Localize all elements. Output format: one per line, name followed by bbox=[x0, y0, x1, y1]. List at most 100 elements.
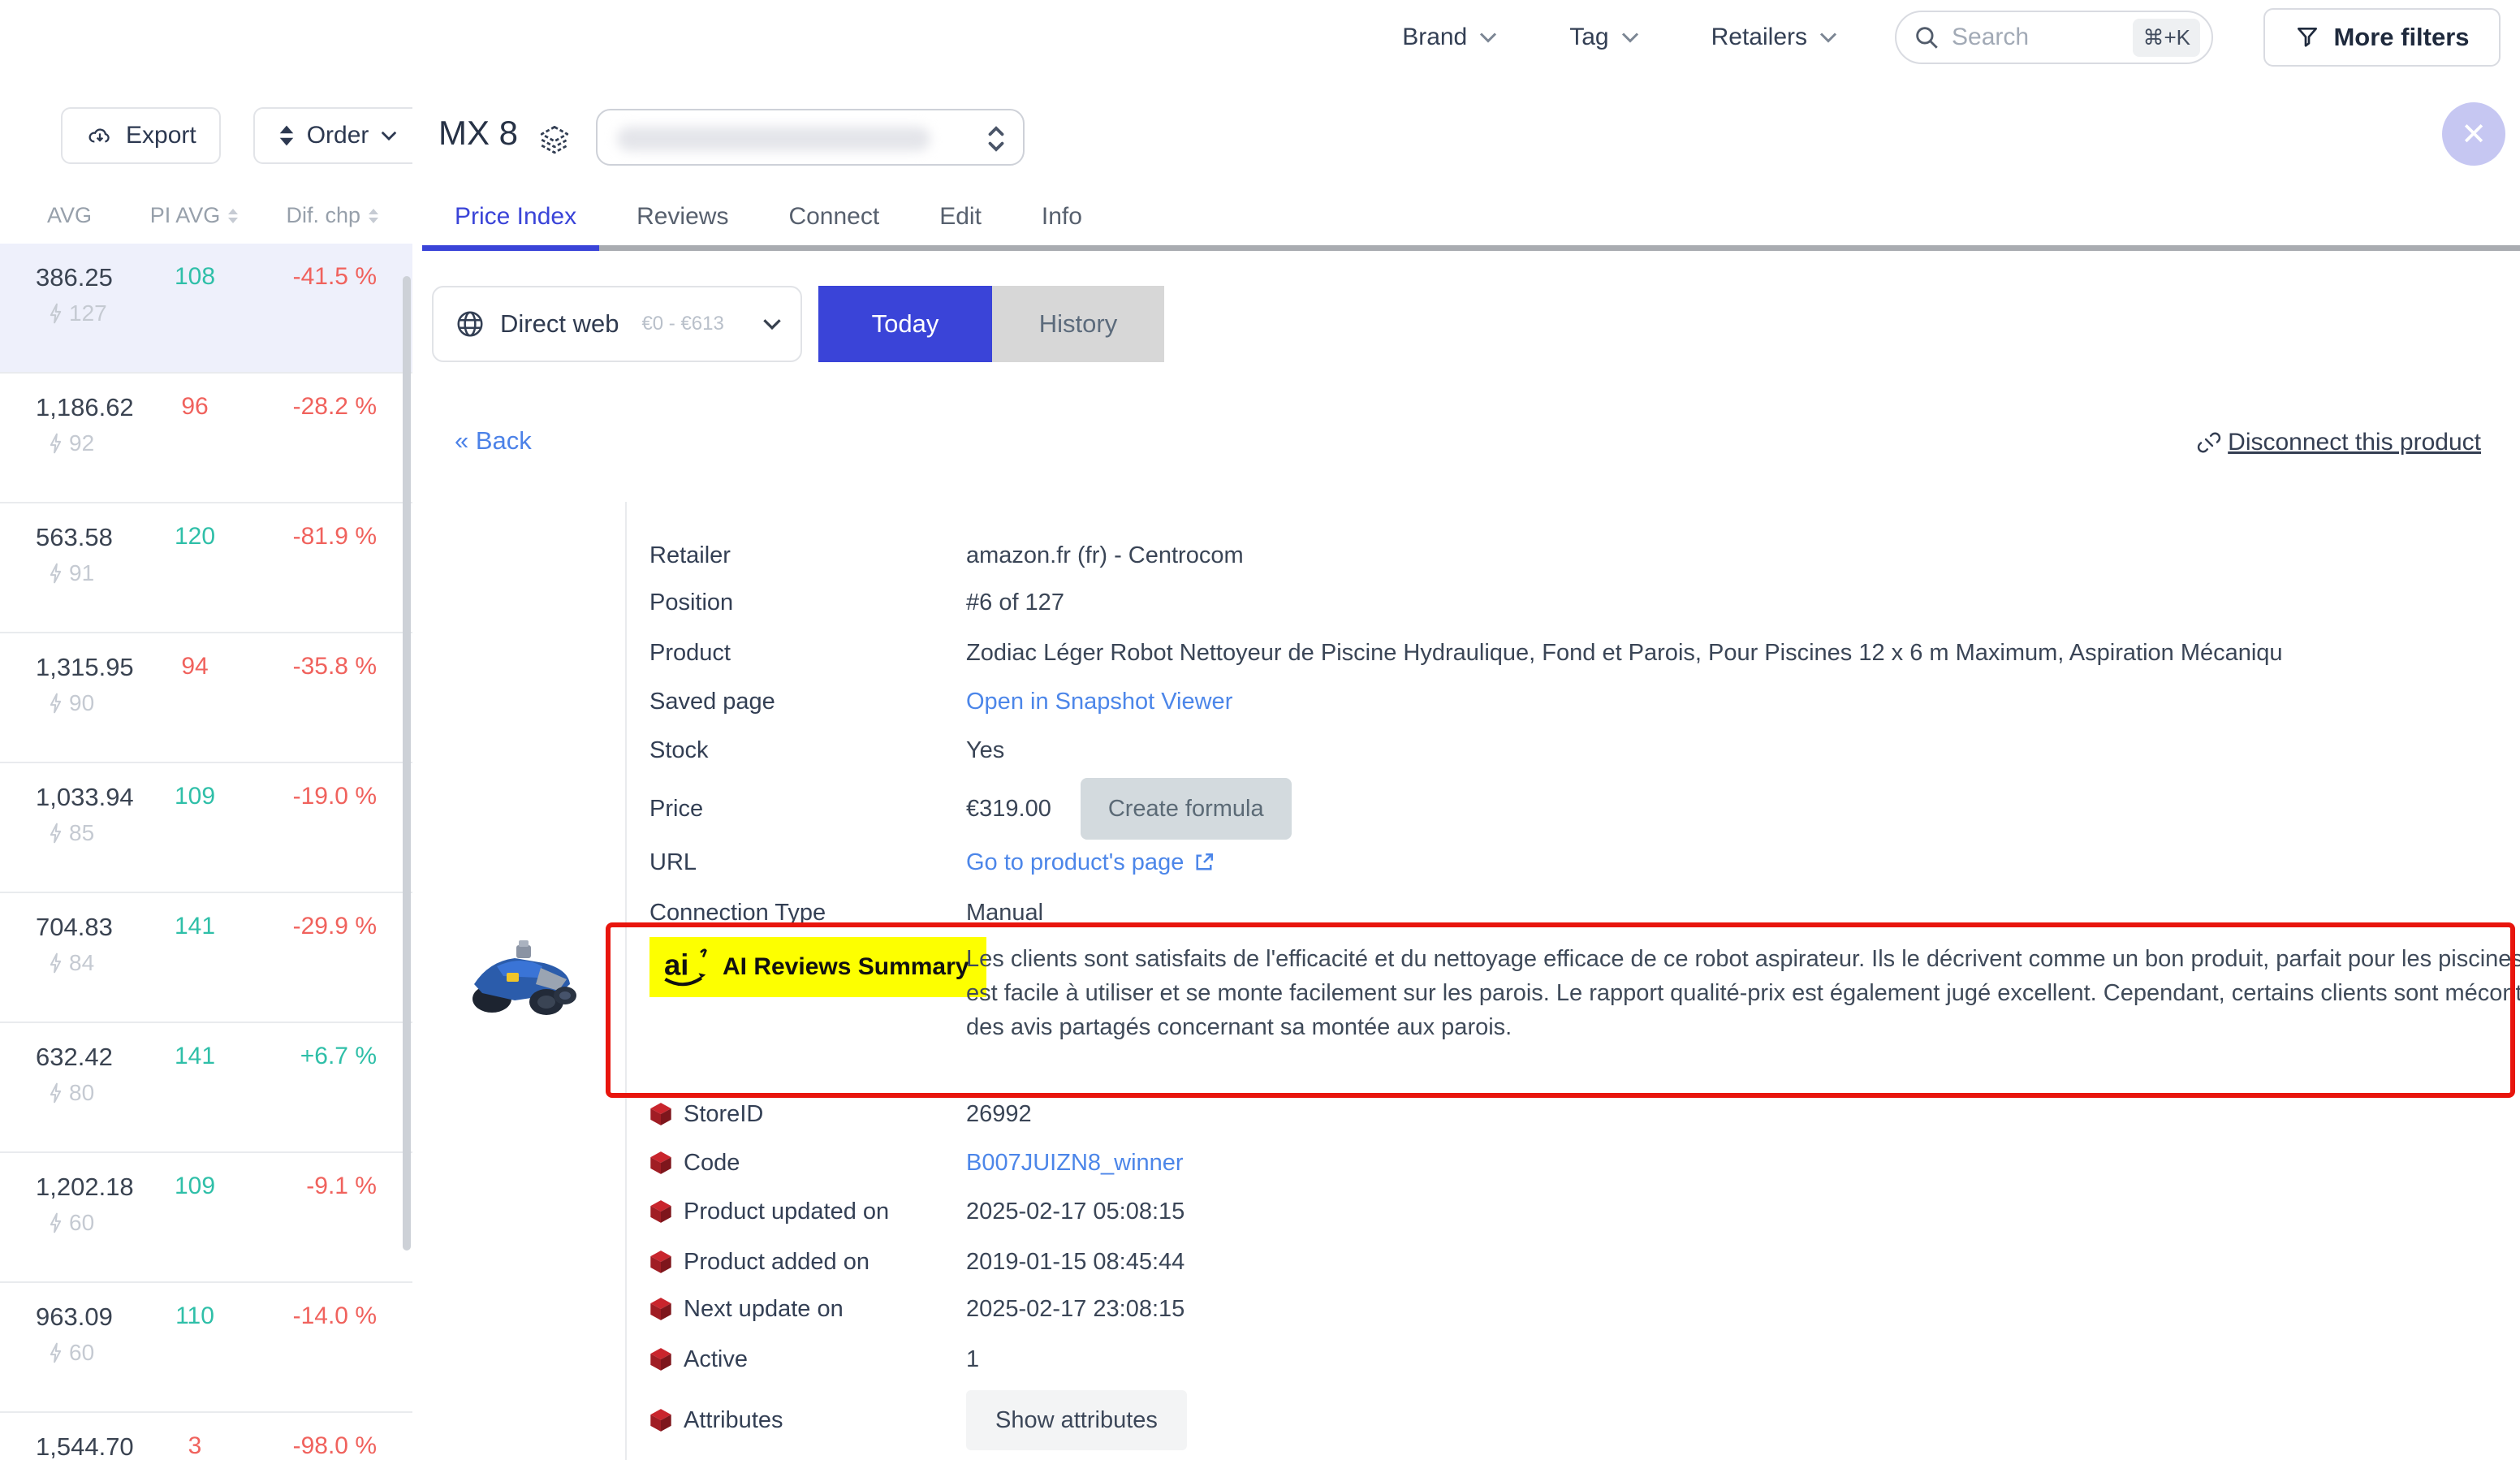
price-row[interactable]: 963.09 60 110 -14.0 % bbox=[0, 1283, 412, 1413]
layers-icon bbox=[537, 123, 572, 158]
position-value: #6 of 127 bbox=[966, 585, 1064, 620]
detail-row-connection-type: Connection Type Manual bbox=[649, 895, 1043, 931]
tab-connect[interactable]: Connect bbox=[788, 203, 879, 231]
flash-count: 80 bbox=[36, 1080, 138, 1106]
chevron-down-icon bbox=[1620, 31, 1640, 44]
globe-icon bbox=[455, 309, 485, 339]
pi-avg-value: 141 bbox=[175, 1043, 215, 1069]
product-updated-label: Product updated on bbox=[684, 1194, 889, 1229]
export-button[interactable]: Export bbox=[61, 107, 221, 164]
top-bar-filters: Brand Tag Retailers Search ⌘+K More filt… bbox=[1402, 8, 2501, 67]
connected-product-select[interactable] bbox=[596, 109, 1025, 166]
source-channel-dropdown[interactable]: Direct web €0 - €613 bbox=[432, 286, 802, 362]
active-tab-indicator bbox=[422, 245, 599, 251]
avg-value: 1,033.94 bbox=[36, 783, 138, 812]
price-row[interactable]: 386.25 127 108 -41.5 % bbox=[0, 244, 412, 374]
tag-filter-dropdown[interactable]: Tag bbox=[1569, 24, 1639, 51]
store-id-value: 26992 bbox=[966, 1096, 1032, 1132]
avg-value: 1,315.95 bbox=[36, 653, 138, 682]
order-button[interactable]: Order bbox=[253, 107, 412, 164]
database-cube-icon bbox=[649, 1199, 672, 1224]
dif-chp-value: -81.9 % bbox=[293, 523, 377, 550]
search-icon bbox=[1913, 24, 1940, 51]
tab-bar: Price Index Reviews Connect Edit Info bbox=[455, 203, 1082, 231]
connection-type-value: Manual bbox=[966, 895, 1043, 931]
avg-value: 704.83 bbox=[36, 913, 138, 942]
column-header-avg: AVG bbox=[0, 203, 138, 228]
chevron-down-icon bbox=[1478, 31, 1498, 44]
url-label: URL bbox=[649, 844, 966, 880]
detail-row-product-updated: Product updated on 2025-02-17 05:08:15 bbox=[649, 1194, 1184, 1229]
avg-value: 386.25 bbox=[36, 263, 138, 292]
svg-text:ai: ai bbox=[664, 948, 688, 981]
price-row[interactable]: 1,202.18 60 109 -9.1 % bbox=[0, 1153, 412, 1283]
price-row[interactable]: 1,033.94 85 109 -19.0 % bbox=[0, 763, 412, 893]
order-label: Order bbox=[307, 122, 369, 149]
retailer-value: amazon.fr (fr) - Centrocom bbox=[966, 538, 1244, 573]
tab-info[interactable]: Info bbox=[1042, 203, 1082, 231]
more-filters-button[interactable]: More filters bbox=[2263, 8, 2501, 67]
lightning-icon bbox=[49, 1212, 63, 1233]
price-value: €319.00 bbox=[966, 791, 1051, 827]
column-header-pi-avg[interactable]: PI AVG bbox=[138, 203, 252, 228]
detail-row-store-id: StoreID 26992 bbox=[649, 1096, 1032, 1132]
chevron-down-icon bbox=[380, 130, 398, 141]
dif-chp-value: -35.8 % bbox=[293, 653, 377, 680]
price-row[interactable]: 1,315.95 90 94 -35.8 % bbox=[0, 633, 412, 763]
product-code-link[interactable]: B007JUIZN8_winner bbox=[966, 1145, 1184, 1181]
close-button[interactable]: ✕ bbox=[2442, 102, 2505, 166]
tab-edit[interactable]: Edit bbox=[939, 203, 982, 231]
retailers-filter-dropdown[interactable]: Retailers bbox=[1711, 24, 1838, 51]
flash-count: 90 bbox=[36, 690, 138, 716]
lightning-icon bbox=[49, 823, 63, 844]
price-row[interactable]: 704.83 84 141 -29.9 % bbox=[0, 893, 412, 1023]
show-attributes-button[interactable]: Show attributes bbox=[966, 1390, 1187, 1450]
chevron-down-icon bbox=[1819, 31, 1838, 44]
pi-avg-value: 110 bbox=[175, 1302, 214, 1329]
price-label: Price bbox=[649, 776, 966, 841]
flash-value: 80 bbox=[69, 1080, 94, 1106]
app: { "colors": { "accent": "#3a44d8", "link… bbox=[0, 0, 2520, 1460]
flash-count: 92 bbox=[36, 430, 138, 456]
close-icon: ✕ bbox=[2461, 116, 2487, 153]
dif-chp-value: -28.2 % bbox=[293, 393, 377, 420]
price-row[interactable]: 1,186.62 92 96 -28.2 % bbox=[0, 374, 412, 503]
lightning-icon bbox=[49, 433, 63, 454]
history-toggle-button[interactable]: History bbox=[992, 286, 1164, 362]
price-rows: 386.25 127 108 -41.5 % 1,186.62 92 96 -2… bbox=[0, 244, 412, 1460]
flash-count: 127 bbox=[36, 300, 138, 326]
pi-avg-value: 108 bbox=[175, 263, 215, 290]
brand-filter-dropdown[interactable]: Brand bbox=[1402, 24, 1498, 51]
select-chevrons-icon bbox=[984, 120, 1008, 158]
ai-reviews-summary-text: Les clients sont satisfaits de l'efficac… bbox=[966, 942, 2520, 1044]
sort-arrows-icon bbox=[367, 208, 380, 224]
brand-filter-label: Brand bbox=[1402, 24, 1467, 51]
flash-count: 60 bbox=[36, 1340, 138, 1366]
create-formula-button[interactable]: Create formula bbox=[1081, 778, 1292, 840]
price-row[interactable]: 1,544.70 3 -98.0 % bbox=[0, 1413, 412, 1460]
column-header-dif-chp[interactable]: Dif. chp bbox=[252, 203, 412, 228]
dif-chp-value: -41.5 % bbox=[293, 263, 377, 290]
price-row[interactable]: 563.58 91 120 -81.9 % bbox=[0, 503, 412, 633]
price-row[interactable]: 632.42 80 141 +6.7 % bbox=[0, 1023, 412, 1153]
avg-value: 1,202.18 bbox=[36, 1173, 138, 1202]
position-label: Position bbox=[649, 585, 966, 620]
go-to-product-page-link[interactable]: Go to product's page bbox=[966, 844, 1216, 880]
avg-value: 1,544.70 bbox=[36, 1432, 138, 1460]
funnel-icon bbox=[2294, 24, 2320, 50]
retailers-filter-label: Retailers bbox=[1711, 24, 1807, 51]
today-toggle-button[interactable]: Today bbox=[818, 286, 992, 362]
flash-value: 60 bbox=[69, 1340, 94, 1366]
disconnect-product-link[interactable]: Disconnect this product bbox=[2195, 429, 2481, 456]
tab-reviews[interactable]: Reviews bbox=[636, 203, 728, 231]
pi-avg-value: 120 bbox=[175, 523, 215, 550]
sidebar-scrollbar[interactable] bbox=[403, 276, 411, 1251]
flash-value: 90 bbox=[69, 690, 94, 716]
search-input[interactable]: Search ⌘+K bbox=[1895, 11, 2213, 64]
flash-count: 84 bbox=[36, 950, 138, 976]
active-value: 1 bbox=[966, 1341, 979, 1377]
lightning-icon bbox=[49, 952, 63, 974]
back-link[interactable]: « Back bbox=[455, 426, 532, 456]
open-snapshot-viewer-link[interactable]: Open in Snapshot Viewer bbox=[966, 684, 1232, 719]
tab-price-index[interactable]: Price Index bbox=[455, 203, 576, 231]
